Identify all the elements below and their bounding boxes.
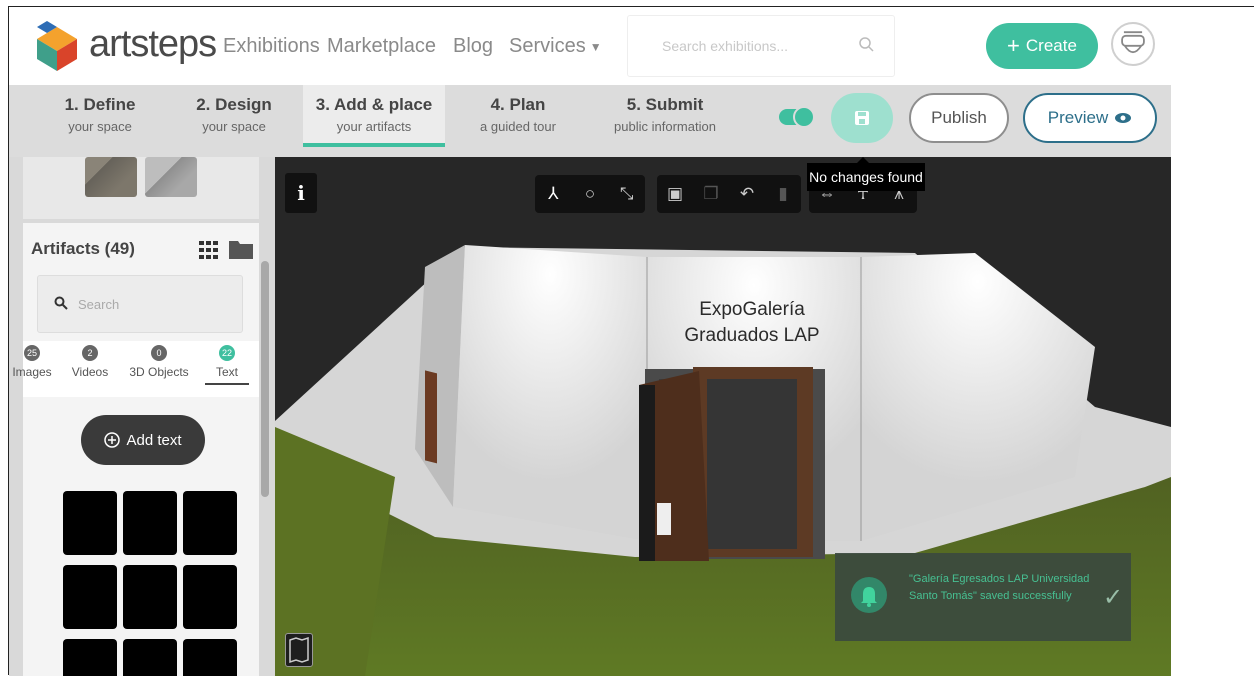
text-artifact-tile[interactable]: [183, 565, 237, 629]
caret-down-icon: ▼: [589, 39, 602, 54]
text-artifact-tile[interactable]: [123, 639, 177, 676]
check-icon[interactable]: ✓: [1103, 583, 1123, 612]
step-title: 1. Define: [64, 95, 136, 114]
count-badge: 0: [151, 345, 167, 361]
step-design[interactable]: 2. Design your space: [179, 95, 289, 134]
count-badge: 22: [219, 345, 235, 361]
copy-icon[interactable]: ❐: [698, 184, 724, 204]
text-artifact-tile[interactable]: [63, 565, 117, 629]
notification-message: "Galería Egresados LAP Universidad Santo…: [909, 573, 1090, 602]
tab-videos[interactable]: 2 Videos: [67, 345, 113, 379]
undo-icon[interactable]: ↶: [734, 184, 760, 204]
scale-icon[interactable]: ⤡: [614, 184, 640, 204]
steps-bar: 1. Define your space 2. Design your spac…: [9, 85, 1171, 157]
artifacts-panel: Artifacts (49) Search 25 Images 2 Videos…: [12, 223, 259, 676]
artsteps-logo[interactable]: [33, 17, 81, 73]
texture-thumbnail[interactable]: [145, 157, 197, 197]
user-avatar[interactable]: [1111, 22, 1155, 66]
text-artifact-tile[interactable]: [123, 565, 177, 629]
publish-button[interactable]: Publish: [909, 93, 1009, 143]
text-artifact-tile[interactable]: [63, 491, 117, 555]
select-icon[interactable]: ▣: [662, 184, 688, 204]
transform-toolbar: ⅄ ○ ⤡: [535, 175, 645, 213]
artifacts-search-input[interactable]: Search: [37, 275, 243, 333]
preview-button[interactable]: Preview: [1023, 93, 1157, 143]
create-label: Create: [1025, 36, 1077, 55]
move-axis-icon[interactable]: ⅄: [540, 184, 566, 204]
tab-label: 3D Objects: [129, 365, 189, 379]
wall-text-artifact[interactable]: ExpoGalería Graduados LAP: [677, 297, 827, 349]
top-navigation: artsteps Exhibitions Marketplace Blog Se…: [9, 7, 1171, 85]
rotate-icon[interactable]: ○: [577, 184, 603, 204]
nav-services-dropdown[interactable]: Services ▼: [509, 35, 602, 58]
create-button[interactable]: + Create: [986, 23, 1098, 69]
wall-text-line: ExpoGalería: [699, 299, 805, 320]
nav-exhibitions[interactable]: Exhibitions: [223, 35, 320, 58]
step-add-place[interactable]: 3. Add & place your artifacts: [303, 85, 445, 147]
tab-text[interactable]: 22 Text: [205, 345, 249, 385]
texture-thumbnail[interactable]: [85, 157, 137, 197]
tab-3d-objects[interactable]: 0 3D Objects: [127, 345, 191, 379]
map-icon[interactable]: [285, 633, 313, 667]
plus-icon: +: [1007, 33, 1020, 58]
save-icon: [855, 111, 869, 125]
preview-label: Preview: [1047, 108, 1109, 127]
artifacts-title: Artifacts (49): [31, 239, 135, 258]
toggle-knob: [793, 106, 815, 128]
eye-icon: [1115, 113, 1132, 123]
3d-viewport[interactable]: ExpoGalería Graduados LAP i ⅄ ○ ⤡ ▣ ❐ ↶ …: [275, 157, 1171, 676]
nav-blog[interactable]: Blog: [453, 35, 493, 58]
text-artifact-tile[interactable]: [63, 639, 117, 676]
add-text-label: Add text: [126, 431, 182, 449]
info-button[interactable]: i: [285, 173, 317, 213]
step-subtitle: your artifacts: [336, 119, 412, 134]
save-notification: "Galería Egresados LAP Universidad Santo…: [835, 553, 1131, 641]
step-submit[interactable]: 5. Submit public information: [601, 95, 729, 134]
texture-thumbnails: [23, 157, 259, 219]
nav-services-label: Services: [509, 35, 586, 57]
artifact-filter-tabs: 25 Images 2 Videos 0 3D Objects 22 Text: [12, 341, 259, 397]
brand-name[interactable]: artsteps: [89, 23, 217, 66]
count-badge: 2: [82, 345, 98, 361]
add-text-button[interactable]: Add text: [81, 415, 205, 465]
folder-icon[interactable]: [229, 239, 253, 259]
nav-marketplace[interactable]: Marketplace: [327, 35, 436, 58]
wall-text-line: Graduados LAP: [684, 325, 820, 346]
bell-icon: [851, 577, 887, 613]
step-define[interactable]: 1. Define your space: [45, 95, 155, 134]
search-icon[interactable]: [858, 36, 876, 54]
text-artifact-tile[interactable]: [123, 491, 177, 555]
tab-label: Videos: [71, 365, 109, 379]
step-title: 4. Plan: [490, 95, 546, 114]
text-artifact-tile[interactable]: [183, 491, 237, 555]
exhibitions-search[interactable]: Search exhibitions...: [627, 15, 895, 77]
plus-circle-icon: [104, 432, 121, 448]
search-placeholder: Search: [78, 297, 120, 312]
text-artifact-tile[interactable]: [183, 639, 237, 676]
sidebar-scrollbar[interactable]: [261, 261, 269, 497]
autosave-toggle[interactable]: [779, 106, 815, 128]
tab-images[interactable]: 25 Images: [9, 345, 57, 379]
step-subtitle: public information: [614, 119, 716, 134]
step-subtitle: a guided tour: [480, 119, 556, 134]
app-frame: artsteps Exhibitions Marketplace Blog Se…: [8, 6, 1171, 676]
search-placeholder: Search exhibitions...: [662, 38, 789, 54]
trash-icon[interactable]: ▮: [770, 184, 796, 204]
tab-label: Text: [215, 365, 238, 379]
tab-label: Images: [12, 365, 52, 379]
step-subtitle: your space: [68, 119, 132, 134]
search-icon: [54, 296, 68, 310]
step-plan[interactable]: 4. Plan a guided tour: [463, 95, 573, 134]
step-title: 2. Design: [196, 95, 272, 114]
save-tooltip: No changes found: [807, 157, 925, 191]
edit-toolbar: ▣ ❐ ↶ ▮: [657, 175, 801, 213]
step-title: 3. Add & place: [315, 95, 433, 114]
artifacts-sidebar: Artifacts (49) Search 25 Images 2 Videos…: [9, 157, 275, 676]
count-badge: 25: [24, 345, 40, 361]
grid-view-icon[interactable]: [199, 241, 219, 259]
step-title: 5. Submit: [626, 95, 704, 114]
step-subtitle: your space: [202, 119, 266, 134]
save-button[interactable]: [831, 93, 893, 143]
